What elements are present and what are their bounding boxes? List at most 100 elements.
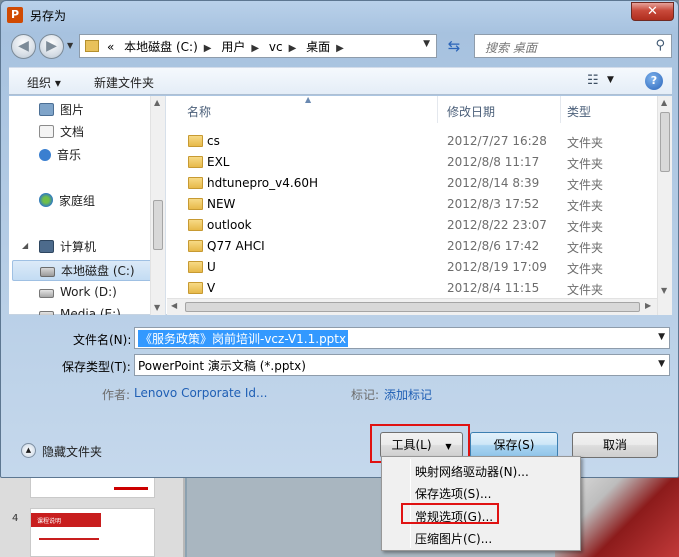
folder-icon bbox=[188, 282, 203, 294]
chevron-right-icon[interactable]: ▶ bbox=[336, 43, 344, 54]
computer-icon bbox=[39, 240, 54, 253]
breadcrumb-item[interactable]: 本地磁盘 (C:) bbox=[124, 40, 198, 54]
browser-area: 图片 文档 音乐 家庭组 ◢ 计算机 本地磁盘 (C:) Work (D:) M… bbox=[9, 96, 672, 315]
help-icon[interactable]: ? bbox=[645, 72, 663, 90]
file-row[interactable]: EXL 2012/8/8 11:17 文件夹 bbox=[167, 152, 657, 173]
column-type[interactable]: 类型 bbox=[567, 103, 591, 120]
documents-icon bbox=[39, 125, 54, 138]
address-dropdown-icon[interactable]: ▼ bbox=[423, 39, 430, 49]
folder-icon bbox=[188, 156, 203, 168]
scrollbar-thumb[interactable] bbox=[660, 112, 670, 172]
scroll-up-icon[interactable]: ▲ bbox=[154, 98, 160, 107]
file-row[interactable]: cs 2012/7/27 16:28 文件夹 bbox=[167, 131, 657, 152]
author-label: 作者: bbox=[102, 388, 131, 402]
address-bar[interactable]: « 本地磁盘 (C:) ▶ 用户 ▶ vc ▶ 桌面 ▶ ▼ bbox=[79, 34, 437, 58]
scroll-down-icon[interactable]: ▼ bbox=[154, 303, 160, 312]
breadcrumb-overflow[interactable]: « bbox=[107, 40, 114, 54]
nav-item-homegroup[interactable]: 家庭组 bbox=[39, 192, 95, 210]
drive-icon bbox=[39, 311, 54, 315]
file-row[interactable]: V 2012/8/4 11:15 文件夹 bbox=[167, 278, 657, 299]
pictures-icon bbox=[39, 103, 54, 116]
folder-icon bbox=[85, 40, 99, 52]
breadcrumb-item[interactable]: 用户 bbox=[221, 40, 245, 54]
nav-item-media-e[interactable]: Media (E:) bbox=[39, 307, 121, 315]
close-button[interactable]: ✕ bbox=[631, 2, 674, 21]
file-row[interactable]: U 2012/8/19 17:09 文件夹 bbox=[167, 257, 657, 278]
expand-icon[interactable]: ◢ bbox=[22, 241, 28, 250]
menu-item-save-options[interactable]: 保存选项(S)... bbox=[415, 485, 491, 502]
refresh-icon[interactable]: ⇆ bbox=[443, 35, 465, 57]
organize-button[interactable]: 组织 ▾ bbox=[27, 74, 61, 91]
forward-button[interactable]: ▶ bbox=[39, 34, 64, 59]
menu-item-compress-pictures[interactable]: 压缩图片(C)... bbox=[415, 530, 492, 547]
scroll-left-icon[interactable]: ◀ bbox=[171, 301, 177, 310]
breadcrumb-item[interactable]: 桌面 bbox=[306, 40, 330, 54]
view-options-icon[interactable]: ☷ bbox=[587, 73, 599, 88]
horizontal-scrollbar[interactable]: ◀ ▶ bbox=[167, 298, 657, 315]
folder-icon bbox=[188, 198, 203, 210]
filetype-select[interactable]: PowerPoint 演示文稿 (*.pptx) ▼ bbox=[134, 354, 670, 376]
scrollbar-thumb[interactable] bbox=[153, 200, 163, 250]
tools-button[interactable]: 工具(L) ▼ bbox=[380, 432, 463, 458]
new-folder-button[interactable]: 新建文件夹 bbox=[94, 74, 154, 91]
slide-thumbnail-3[interactable] bbox=[30, 476, 155, 498]
chevron-right-icon[interactable]: ▶ bbox=[289, 43, 297, 54]
file-list: ▲ 名称 修改日期 类型 cs 2012/7/27 16:28 文件夹 EXL 201… bbox=[167, 96, 672, 315]
nav-item-documents[interactable]: 文档 bbox=[39, 123, 84, 141]
back-button[interactable]: ◀ bbox=[11, 34, 36, 59]
nav-item-music[interactable]: 音乐 bbox=[39, 146, 81, 164]
tags-field[interactable]: 添加标记 bbox=[384, 386, 432, 403]
search-icon[interactable]: ⚲ bbox=[655, 38, 665, 53]
collapse-icon[interactable]: ▲ bbox=[21, 443, 36, 458]
breadcrumb-item[interactable]: vc bbox=[269, 40, 283, 54]
thumb-header: 课程说明 bbox=[31, 513, 101, 527]
homegroup-icon bbox=[39, 193, 53, 207]
chevron-right-icon[interactable]: ▶ bbox=[204, 43, 212, 54]
file-row[interactable]: Q77 AHCI 2012/8/6 17:42 文件夹 bbox=[167, 236, 657, 257]
folder-icon bbox=[188, 135, 203, 147]
scrollbar-thumb[interactable] bbox=[185, 302, 640, 312]
folder-icon bbox=[188, 219, 203, 231]
nav-item-pictures[interactable]: 图片 bbox=[39, 101, 84, 119]
powerpoint-icon: P bbox=[7, 7, 23, 23]
menu-item-map-network-drive[interactable]: 映射网络驱动器(N)... bbox=[415, 463, 529, 480]
cancel-button[interactable]: 取消 bbox=[572, 432, 658, 458]
scroll-down-icon[interactable]: ▼ bbox=[661, 286, 667, 295]
filename-field[interactable]: 《服务政策》岗前培训-vcz-V1.1.pptx ▼ bbox=[134, 327, 670, 349]
search-input[interactable]: 搜索 桌面 ⚲ bbox=[474, 34, 672, 58]
filetype-label: 保存类型(T): bbox=[62, 360, 131, 374]
dropdown-arrow-icon[interactable]: ▼ bbox=[658, 359, 665, 369]
recent-pages-dropdown-icon[interactable]: ▼ bbox=[67, 41, 73, 50]
view-dropdown-icon[interactable]: ▼ bbox=[607, 75, 614, 85]
sort-ascending-icon: ▲ bbox=[305, 96, 312, 104]
column-name[interactable]: 名称 bbox=[187, 103, 211, 120]
nav-item-computer[interactable]: 计算机 bbox=[39, 238, 96, 256]
scroll-up-icon[interactable]: ▲ bbox=[661, 98, 667, 107]
column-headers: ▲ 名称 修改日期 类型 bbox=[167, 96, 657, 123]
dialog-title: 另存为 bbox=[30, 9, 67, 23]
filename-label: 文件名(N): bbox=[73, 333, 132, 347]
dropdown-arrow-icon[interactable]: ▼ bbox=[658, 332, 665, 342]
drive-icon bbox=[40, 267, 55, 277]
chevron-right-icon[interactable]: ▶ bbox=[251, 43, 259, 54]
nav-scrollbar[interactable]: ▲ ▼ bbox=[150, 96, 165, 315]
file-row[interactable]: outlook 2012/8/22 23:07 文件夹 bbox=[167, 215, 657, 236]
navigation-bar: ◀ ▶ ▼ « 本地磁盘 (C:) ▶ 用户 ▶ vc ▶ 桌面 ▶ ▼ ⇆ 搜索 桌面… bbox=[9, 31, 672, 61]
vertical-scrollbar[interactable]: ▲ ▼ bbox=[657, 96, 672, 315]
chevron-down-icon: ▼ bbox=[445, 442, 452, 451]
save-button[interactable]: 保存(S) bbox=[470, 432, 558, 458]
title-bar: P 另存为 ✕ bbox=[1, 1, 678, 29]
nav-item-local-disk-c[interactable]: 本地磁盘 (C:) bbox=[12, 260, 152, 281]
author-field[interactable]: Lenovo Corporate Id... bbox=[134, 386, 267, 400]
scroll-right-icon[interactable]: ▶ bbox=[645, 301, 651, 310]
slide-number: 4 bbox=[12, 513, 19, 524]
file-row[interactable]: hdtunepro_v4.60H 2012/8/14 8:39 文件夹 bbox=[167, 173, 657, 194]
slide-thumbnail-4[interactable]: 课程说明 bbox=[30, 508, 155, 557]
music-icon bbox=[39, 149, 51, 161]
column-date[interactable]: 修改日期 bbox=[447, 103, 495, 120]
folder-icon bbox=[188, 240, 203, 252]
hide-folders-button[interactable]: 隐藏文件夹 bbox=[42, 443, 102, 460]
nav-item-work-d[interactable]: Work (D:) bbox=[39, 285, 117, 303]
file-row[interactable]: NEW 2012/8/3 17:52 文件夹 bbox=[167, 194, 657, 215]
folder-icon bbox=[188, 177, 203, 189]
